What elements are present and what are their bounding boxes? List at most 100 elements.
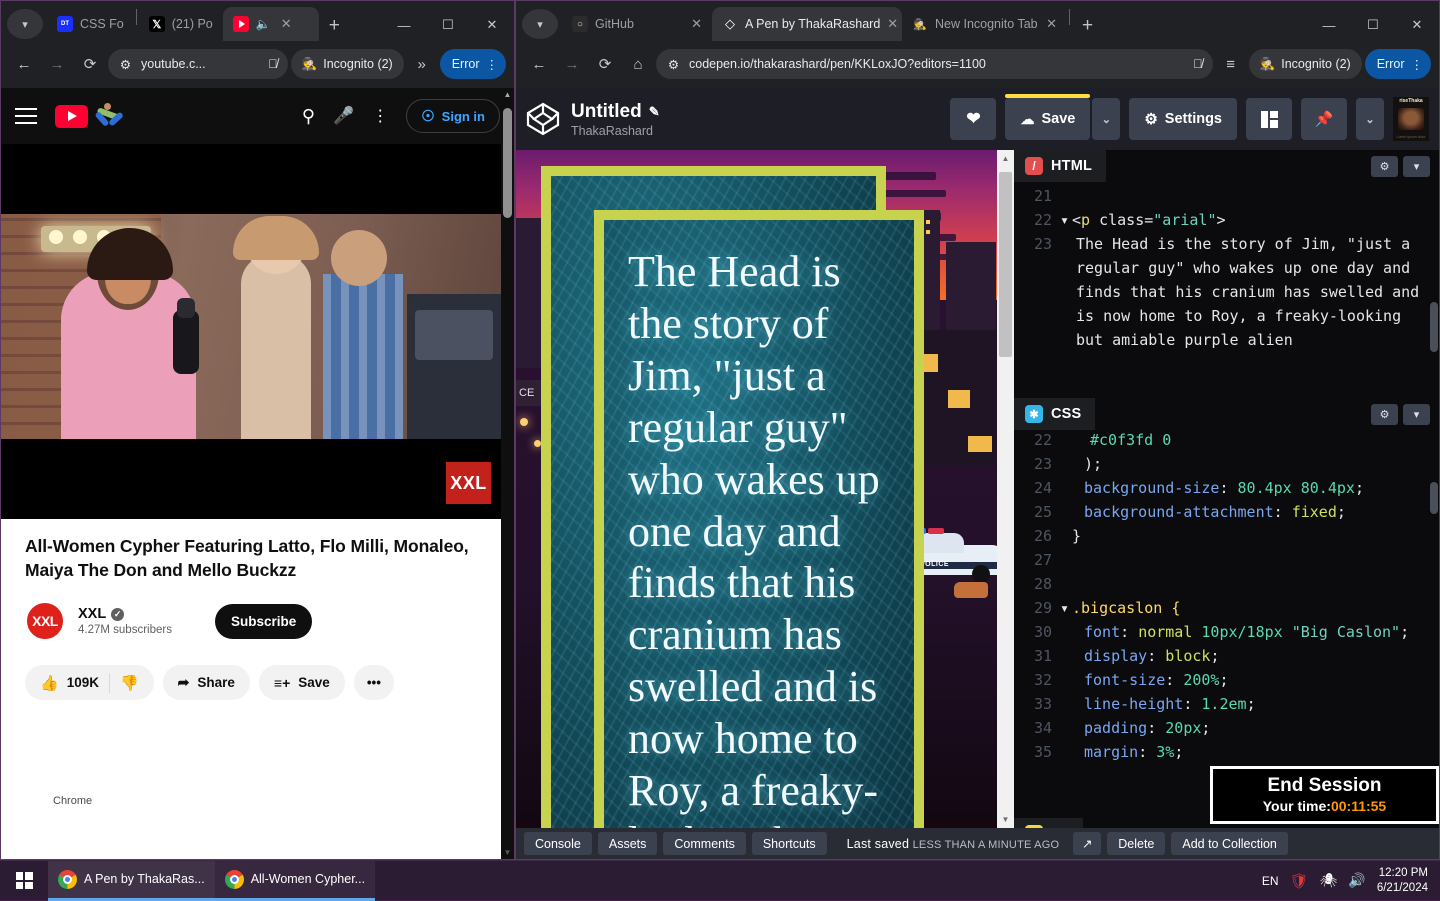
open-external-button[interactable]: ↗ xyxy=(1073,832,1101,855)
more-actions-button[interactable]: ••• xyxy=(354,665,394,700)
preview-scrollbar[interactable]: ▲ ▼ xyxy=(997,150,1014,828)
youtube-scrollbar[interactable]: ▲ ▼ xyxy=(501,88,514,859)
tab-github[interactable]: ○ GitHub ✕ xyxy=(562,7,712,41)
scrollbar-thumb[interactable] xyxy=(1430,482,1438,514)
new-tab-button[interactable]: + xyxy=(319,16,350,41)
pen-preview-pane[interactable]: CE POLICE xyxy=(516,150,1014,828)
home-button[interactable]: ⌂ xyxy=(623,49,653,79)
reload-button[interactable]: ⟳ xyxy=(590,49,620,79)
site-settings-icon[interactable]: ⚙ xyxy=(666,57,681,72)
close-button[interactable]: ✕ xyxy=(1395,9,1439,41)
error-pill[interactable]: Error ⋮ xyxy=(1365,49,1431,79)
incognito-pill[interactable]: 🕵 Incognito (2) xyxy=(1249,49,1362,79)
scrollbar-thumb[interactable] xyxy=(503,108,512,218)
pencil-icon[interactable]: ✎ xyxy=(649,104,660,120)
hide-tracking-icon[interactable]: 👁̸ xyxy=(268,57,277,71)
css-editor[interactable]: 22 #c0f3fd 0 23 ); 24 background-size: 8… xyxy=(1014,398,1439,818)
gear-icon[interactable]: ⚙ xyxy=(1371,156,1398,177)
three-dot-menu-icon[interactable]: ⋮ xyxy=(372,106,388,126)
address-bar[interactable]: ⚙ youtube.c... 👁̸ xyxy=(108,49,288,79)
sign-in-button[interactable]: ☉ Sign in xyxy=(406,99,500,133)
html-code-area[interactable]: 21 22 ▾ <p class="arial"> 23 The Head is… xyxy=(1014,150,1439,398)
pin-button[interactable]: 📌 xyxy=(1301,98,1347,140)
tab-search-chevron-icon[interactable]: ▾ xyxy=(522,9,558,39)
html-editor-tab[interactable]: / HTML xyxy=(1014,150,1106,182)
html-editor-scrollbar[interactable] xyxy=(1430,184,1438,394)
shield-icon[interactable]: 🛡 xyxy=(1290,872,1309,890)
tab-audio-icon[interactable]: 🔈 xyxy=(256,17,271,31)
scrollbar-thumb[interactable] xyxy=(1430,302,1438,352)
tab-twitter[interactable]: 𝕏 (21) Po xyxy=(139,7,223,41)
scroll-up-arrow-icon[interactable]: ▲ xyxy=(501,88,514,101)
maximize-button[interactable]: ☐ xyxy=(1351,9,1395,41)
codepen-logo-icon[interactable] xyxy=(526,102,560,136)
close-button[interactable]: ✕ xyxy=(470,9,514,41)
scroll-up-arrow-icon[interactable]: ▲ xyxy=(997,150,1014,167)
maximize-button[interactable]: ☐ xyxy=(426,9,470,41)
chrome-menu-icon[interactable]: ⋮ xyxy=(486,57,499,72)
profile-chevron-down-icon[interactable]: ⌄ xyxy=(1356,98,1384,140)
scroll-down-arrow-icon[interactable]: ▼ xyxy=(997,811,1014,828)
youtube-logo-icon[interactable] xyxy=(55,105,88,128)
delete-button[interactable]: Delete xyxy=(1107,832,1165,855)
tab-close-icon[interactable]: ✕ xyxy=(281,16,292,32)
incognito-pill[interactable]: 🕵 Incognito (2) xyxy=(291,49,404,79)
tab-new-incognito[interactable]: 🕵 New Incognito Tab ✕ xyxy=(902,7,1067,41)
tab-close-icon[interactable]: ✕ xyxy=(887,16,898,32)
address-bar[interactable]: ⚙ codepen.io/thakarashard/pen/KKLoxJO?ed… xyxy=(656,49,1213,79)
thumbs-down-icon[interactable]: 👎 xyxy=(120,674,139,692)
fold-arrow-icon[interactable]: ▾ xyxy=(1060,596,1072,620)
tab-codepen-active[interactable]: ◇ A Pen by ThakaRashard ✕ xyxy=(712,7,902,41)
chevron-down-icon[interactable]: ▾ xyxy=(1403,156,1430,177)
end-session-overlay[interactable]: End Session Your time:00:11:55 xyxy=(1210,766,1439,824)
add-to-collection-button[interactable]: Add to Collection xyxy=(1171,832,1288,855)
minimize-button[interactable]: — xyxy=(382,9,426,41)
pen-author[interactable]: ThakaRashard xyxy=(571,124,660,138)
scroll-down-arrow-icon[interactable]: ▼ xyxy=(501,846,514,859)
hide-tracking-icon[interactable]: 👁̸ xyxy=(1193,57,1202,71)
new-tab-button[interactable]: + xyxy=(1072,16,1103,41)
comments-button[interactable]: Comments xyxy=(663,832,745,855)
subscribe-button[interactable]: Subscribe xyxy=(215,604,312,639)
assets-button[interactable]: Assets xyxy=(598,832,658,855)
reload-button[interactable]: ⟳ xyxy=(75,49,105,79)
forward-button[interactable]: → xyxy=(42,49,72,79)
back-button[interactable]: ← xyxy=(524,49,554,79)
taskbar-item-codepen[interactable]: A Pen by ThakaRas... xyxy=(48,861,215,901)
tab-css-fo[interactable]: DT CSS Fo xyxy=(47,7,134,41)
save-button[interactable]: ☁ Save xyxy=(1005,98,1090,140)
chrome-menu-icon[interactable]: ⋮ xyxy=(1411,57,1424,72)
save-button[interactable]: ≡+ Save xyxy=(259,665,345,700)
volume-icon[interactable]: 🔊 xyxy=(1348,872,1365,889)
scrollbar-thumb[interactable] xyxy=(999,172,1012,357)
tab-close-icon[interactable]: ✕ xyxy=(1046,16,1057,32)
like-dislike-group[interactable]: 👍 109K 👎 xyxy=(25,665,154,700)
save-options-chevron-down-icon[interactable]: ⌄ xyxy=(1092,98,1120,140)
love-button[interactable]: ❤ xyxy=(950,98,996,140)
antivirus-icon[interactable]: 🕷 xyxy=(1320,872,1338,889)
clock[interactable]: 12:20 PM 6/21/2024 xyxy=(1377,866,1428,895)
tab-youtube-active[interactable]: 🔈 ✕ xyxy=(223,7,319,41)
forward-button[interactable]: → xyxy=(557,49,587,79)
chevron-down-icon[interactable]: ▾ xyxy=(1403,404,1430,425)
gear-icon[interactable]: ⚙ xyxy=(1371,404,1398,425)
pen-title-row[interactable]: Untitled ✎ xyxy=(571,101,660,123)
tab-close-icon[interactable]: ✕ xyxy=(691,16,702,32)
overflow-chevrons-icon[interactable]: » xyxy=(407,49,437,79)
css-editor-tab[interactable]: ✱ CSS xyxy=(1014,398,1095,430)
back-button[interactable]: ← xyxy=(9,49,39,79)
html-editor[interactable]: 21 22 ▾ <p class="arial"> 23 The Head is… xyxy=(1014,150,1439,398)
css-code-area[interactable]: 22 #c0f3fd 0 23 ); 24 background-size: 8… xyxy=(1014,398,1439,818)
avatar[interactable]: riseThaka Lorem ipsum dolor xyxy=(1393,97,1429,141)
video-player[interactable]: XXL xyxy=(1,144,514,519)
channel-name-row[interactable]: XXL ✓ xyxy=(78,606,172,622)
share-button[interactable]: ➦ Share xyxy=(163,665,250,700)
shortcuts-button[interactable]: Shortcuts xyxy=(752,832,827,855)
fold-arrow-icon[interactable]: ▾ xyxy=(1060,208,1072,232)
channel-avatar[interactable]: XXL xyxy=(25,601,65,641)
tab-search-chevron-icon[interactable]: ▾ xyxy=(7,9,43,39)
thumbs-up-icon[interactable]: 👍 xyxy=(40,674,59,692)
site-settings-icon[interactable]: ⚙ xyxy=(118,57,133,72)
change-view-button[interactable] xyxy=(1246,98,1292,140)
microphone-icon[interactable]: 🎤 xyxy=(333,106,354,126)
